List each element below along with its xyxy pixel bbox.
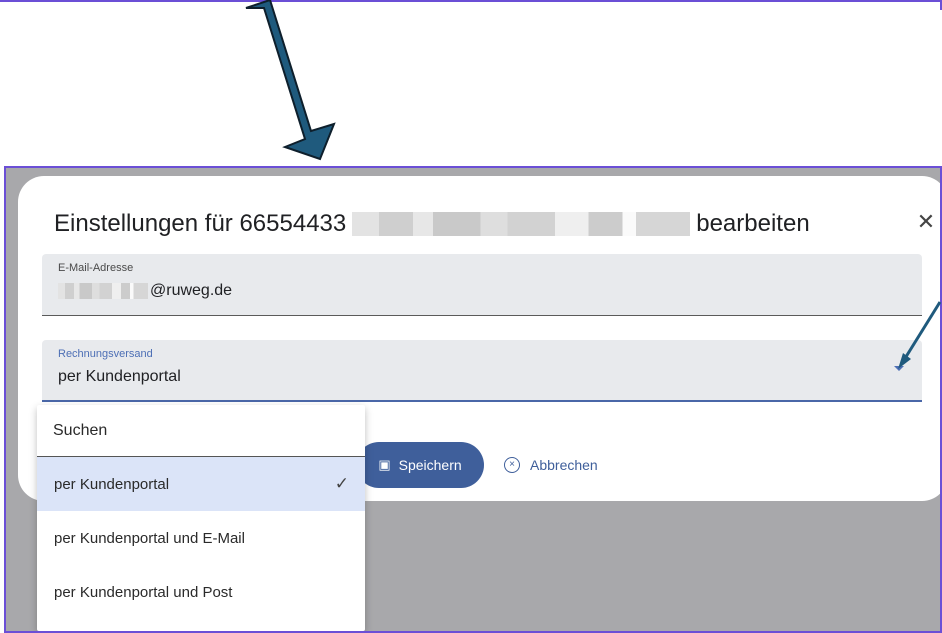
redacted-name [352,212,691,236]
redacted-email-user [58,283,148,299]
save-icon: ▣ [378,457,391,472]
cancel-icon: × [504,457,520,473]
invoice-options-dropdown: Suchen per Kundenportal ✓ per Kundenport… [37,405,365,631]
email-field-label: E-Mail-Adresse [58,262,134,274]
option-per-kundenportal-email[interactable]: per Kundenportal und E-Mail [37,511,365,565]
save-button-label: Speichern [398,457,462,473]
option-label: per Kundenportal und E-Mail [54,529,245,547]
invoice-delivery-select[interactable]: Rechnungsversand per Kundenportal [42,340,922,402]
email-domain: @ruweg.de [150,282,233,299]
option-per-kundenportal-post[interactable]: per Kundenportal und Post [37,565,365,619]
option-label: per Kundenportal und Post [54,583,233,601]
dropdown-search-input[interactable]: Suchen [37,405,365,457]
option-per-kundenportal[interactable]: per Kundenportal ✓ [37,457,365,511]
title-suffix: bearbeiten [696,210,810,237]
chevron-down-icon[interactable] [894,366,904,371]
screenshot-top-frame [0,0,942,5]
title-prefix: Einstellungen für 66554433 [54,210,347,237]
ui-screenshot: Einstellungen für 66554433 bearbeiten ✕ … [4,166,942,633]
cancel-button-label: Abbrechen [530,457,598,473]
close-icon[interactable]: ✕ [912,208,940,236]
email-field[interactable]: E-Mail-Adresse @ruweg.de [42,254,922,316]
invoice-delivery-value: per Kundenportal [58,368,181,385]
dialog-title: Einstellungen für 66554433 bearbeiten [54,210,810,238]
check-icon: ✓ [334,474,349,493]
option-label: per Kundenportal [54,475,170,493]
save-button[interactable]: ▣ Speichern [356,442,484,488]
invoice-delivery-label: Rechnungsversand [58,348,153,360]
cancel-button[interactable]: × Abbrechen [504,452,598,478]
large-down-arrow [245,0,336,161]
email-field-value: @ruweg.de [58,282,232,300]
